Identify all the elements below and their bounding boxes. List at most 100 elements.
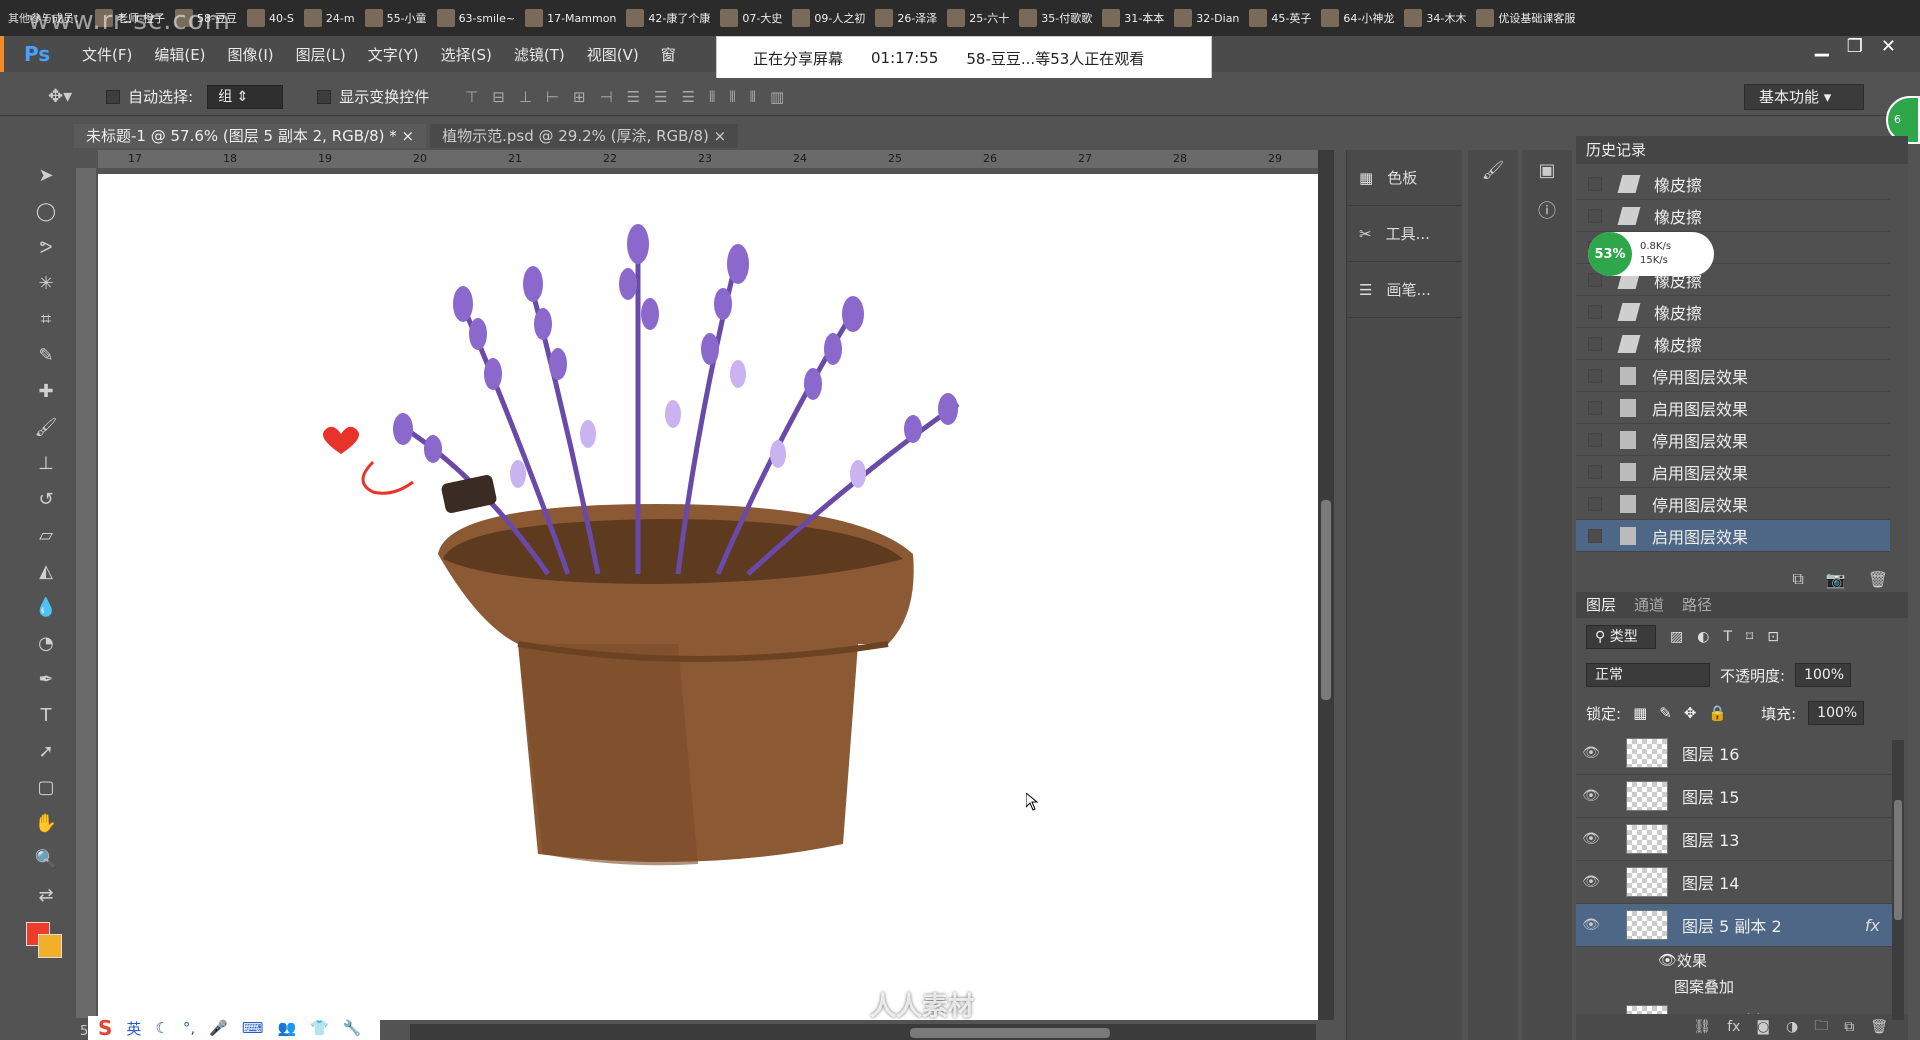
keyboard-icon[interactable]: ⌨ [242,1019,264,1037]
stamp-tool-icon[interactable]: ⊥ [32,452,60,476]
background-color-swatch[interactable] [38,934,62,958]
distribute-top-icon[interactable]: ☰ [627,88,640,106]
opacity-input[interactable]: 100% [1795,663,1852,687]
adjustment-icon[interactable]: ◑ [1786,1019,1798,1035]
group-icon[interactable]: 🗀 [1814,1015,1828,1039]
dock-item[interactable]: ▦ 色板 [1347,150,1462,206]
blend-mode-dropdown[interactable]: 正常 [1586,663,1710,687]
history-snapshot-source-checkbox[interactable] [1588,400,1602,415]
layers-tab[interactable]: 路径 [1682,592,1712,618]
pattern-overlay-row[interactable]: 图案叠加 [1576,973,1892,999]
moon-icon[interactable]: ☾ [155,1019,168,1037]
history-row[interactable]: 橡皮擦 [1576,200,1890,232]
history-brush-tool-icon[interactable]: ↺ [32,488,60,512]
participant[interactable]: 09-人之初 [792,9,865,27]
document-canvas[interactable] [98,174,1318,1020]
align-right-icon[interactable]: ⊣ [600,88,613,106]
menu-item[interactable]: 滤镜(T) [514,44,565,65]
paint-bucket-tool-icon[interactable]: ◭ [32,560,60,584]
scrollbar-thumb[interactable] [1894,800,1902,920]
type-tool-icon[interactable]: T [32,704,60,728]
history-row[interactable]: 启用图层效果 [1576,392,1890,424]
minimize-icon[interactable]: ▁ [1815,36,1829,57]
layer-row[interactable]: 👁 图层 14 [1576,861,1892,904]
new-document-from-state-icon[interactable]: ⧉ [1792,569,1803,589]
align-bottom-icon[interactable]: ⊥ [519,88,532,106]
distribute-hcenter-icon[interactable]: ⫴ [729,88,735,106]
participant[interactable]: 40-S [246,9,294,27]
menu-item[interactable]: 视图(V) [587,44,639,65]
move-tool-icon[interactable]: ➤ [32,164,60,188]
show-transform-checkbox[interactable]: 显示变换控件 [317,86,429,107]
history-snapshot-source-checkbox[interactable] [1588,496,1602,511]
restore-icon[interactable]: ❐ [1847,36,1863,57]
visibility-eye-icon[interactable]: 👁 [1576,788,1606,804]
menu-item[interactable]: 图层(L) [296,44,346,65]
delete-icon[interactable]: 🗑 [1868,570,1888,589]
filter-shape-icon[interactable]: ⌑ [1746,629,1753,645]
dock-item[interactable]: ☰ 画笔... [1347,262,1462,318]
hand-tool-icon[interactable]: ✋ [32,812,60,836]
lock-pixels-icon[interactable]: ✎ [1659,704,1672,722]
layer-filter-dropdown[interactable]: ⚲ 类型 [1586,625,1656,649]
eyedropper-tool-icon[interactable]: ✎ [32,344,60,368]
history-snapshot-source-checkbox[interactable] [1588,528,1602,543]
participant[interactable]: 55-小童 [364,9,427,27]
path-selection-tool-icon[interactable]: ➚ [32,740,60,764]
participant[interactable]: 63-smile~ [436,9,515,27]
dock-item[interactable]: ✂ 工具... [1347,206,1462,262]
participant[interactable]: 31-本本 [1102,9,1164,27]
history-row[interactable]: 启用图层效果 [1576,520,1890,552]
swap-colors-icon[interactable]: ⇄ [32,884,60,908]
align-left-icon[interactable]: ⊢ [546,88,559,106]
filter-type-icon[interactable]: T [1723,629,1732,645]
participant[interactable]: 64-小神龙 [1321,9,1394,27]
vertical-scrollbar[interactable] [1318,150,1334,1020]
move-tool-preset-icon[interactable]: ✥▾ [48,86,72,107]
participant[interactable]: 24-m [303,9,355,27]
layer-fx-icon[interactable]: fx [1865,916,1880,935]
mic-icon[interactable]: 🎤 [209,1019,228,1037]
punct-icon[interactable]: °, [183,1019,195,1037]
participant[interactable]: 42-康了个康 [626,9,710,27]
layer-row[interactable]: 👁 图层 5 副本 2 fx [1576,904,1892,947]
ime-logo-icon[interactable]: S [98,1016,112,1040]
history-row[interactable]: 橡皮擦 [1576,328,1890,360]
snapshot-icon[interactable]: 📷 [1826,570,1846,589]
auto-align-icon[interactable]: ▥ [770,88,784,106]
lock-all-icon[interactable]: 🔒 [1708,704,1727,722]
magic-wand-tool-icon[interactable]: ✳ [32,272,60,296]
crop-tool-icon[interactable]: ⌗ [32,308,60,332]
visibility-eye-icon[interactable]: 👁 [1576,745,1606,761]
align-hcenter-icon[interactable]: ⊞ [573,88,586,106]
shape-tool-icon[interactable]: ▢ [32,776,60,800]
align-vcenter-icon[interactable]: ⊟ [492,88,505,106]
participant[interactable]: 17-Mammon [525,9,616,27]
dodge-tool-icon[interactable]: ◔ [32,632,60,656]
menu-item[interactable]: 文字(Y) [368,44,419,65]
fx-icon[interactable]: fx [1727,1019,1740,1035]
ime-lang[interactable]: 英 [126,1018,141,1039]
document-tab[interactable]: 未标题-1 @ 57.6% (图层 5 副本 2, RGB/8) * × [74,124,427,148]
effects-row[interactable]: 👁 效果 [1576,947,1892,973]
participant[interactable]: 07-大史 [720,9,782,27]
history-snapshot-source-checkbox[interactable] [1588,272,1602,287]
link-icon[interactable]: ⛓ [1693,1019,1711,1035]
distribute-right-icon[interactable]: ⫴ [750,88,756,106]
menu-item[interactable]: 窗 [661,44,676,65]
effects-eye-icon[interactable]: 👁 [1658,951,1677,969]
participant[interactable]: 32-Dian [1174,9,1239,27]
history-row[interactable]: 停用图层效果 [1576,488,1890,520]
distribute-bottom-icon[interactable]: ☰ [682,88,695,106]
history-row[interactable]: 橡皮擦 [1576,168,1890,200]
auto-select-checkbox[interactable]: 自动选择: [106,86,193,107]
participant[interactable]: 35-付歌歌 [1019,9,1092,27]
checkbox-box[interactable] [317,89,332,104]
delete-layer-icon[interactable]: 🗑 [1870,1019,1888,1035]
distribute-left-icon[interactable]: ⫴ [709,88,715,106]
visibility-eye-icon[interactable]: 👁 [1576,874,1606,890]
layers-tab[interactable]: 通道 [1634,592,1664,618]
lasso-tool-icon[interactable]: ᕗ [32,236,60,260]
skin-icon[interactable]: 👕 [310,1019,329,1037]
fill-input[interactable]: 100% [1808,701,1865,725]
